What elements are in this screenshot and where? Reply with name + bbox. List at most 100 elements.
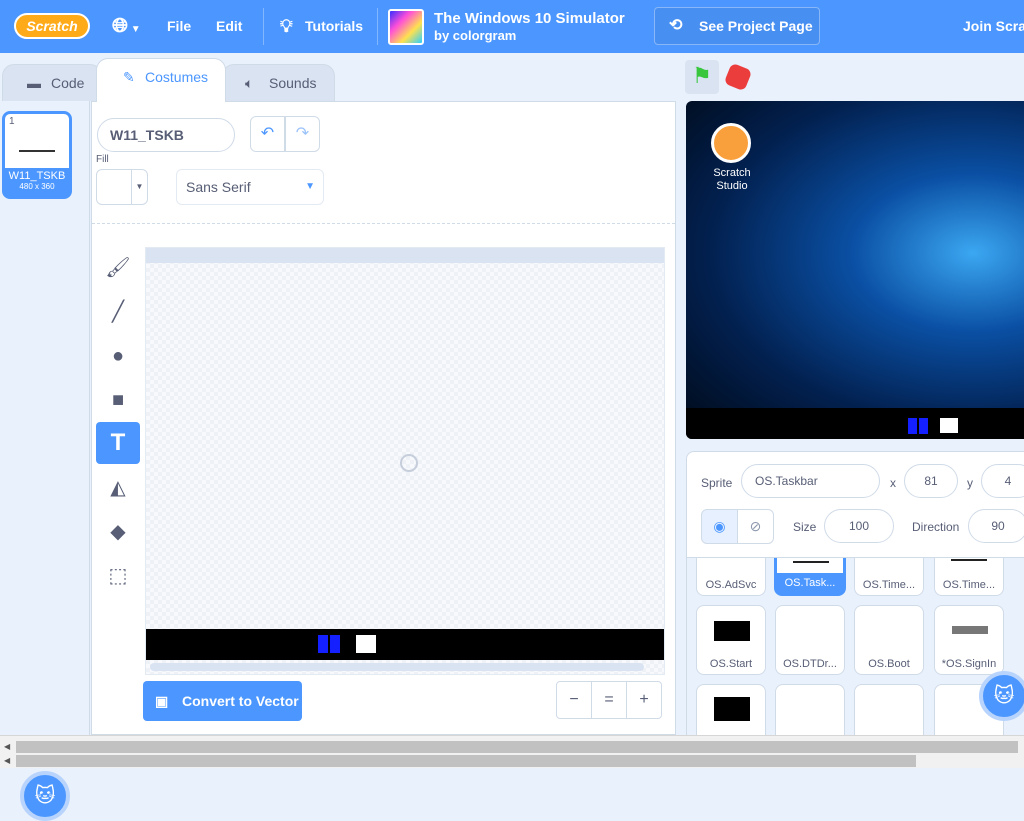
scratch-cat-icon[interactable]: [711, 123, 751, 163]
size-label: Size: [793, 520, 817, 534]
x-input[interactable]: 81: [904, 464, 958, 498]
scroll-left-icon[interactable]: ◀: [4, 756, 10, 765]
paint-editor: W11_TSKB ↶ ↷ Fill ▼ Sans Serif ▼ 🖌︎ ╱ ● …: [91, 101, 676, 735]
canvas-top-bar: [146, 248, 664, 263]
join-scratch-link[interactable]: Join Scra: [963, 0, 1024, 53]
eraser-icon: ◆: [110, 521, 126, 543]
sprite-tile[interactable]: OS.Time...: [934, 558, 1004, 596]
browser-scrollbar[interactable]: ◀ ◀: [0, 735, 1024, 768]
fill-color-picker[interactable]: ▼: [96, 169, 148, 205]
sprite-tile[interactable]: [696, 684, 766, 735]
tutorials-menu[interactable]: Tutorials: [305, 0, 363, 53]
undo-icon: ↶: [260, 125, 275, 142]
edit-menu[interactable]: Edit: [216, 0, 242, 53]
line-tool[interactable]: ╱: [96, 291, 140, 333]
size-input[interactable]: 100: [824, 509, 894, 543]
sprite-tile-name: OS.Time...: [862, 579, 916, 591]
costume-list: 1 W11_TSKB 480 x 360 🐱︎: [0, 101, 90, 821]
project-author[interactable]: by colorgram: [434, 28, 516, 43]
sprite-tile[interactable]: OS.Time...: [854, 558, 924, 596]
hide-sprite-button[interactable]: ⊘: [737, 509, 774, 544]
font-dropdown[interactable]: Sans Serif ▼: [176, 169, 324, 205]
text-icon: T: [110, 429, 126, 456]
zoom-out-icon: −: [569, 691, 579, 708]
y-label: y: [967, 476, 973, 490]
speaker-icon: 🔈︎: [245, 75, 254, 91]
see-project-label: See Project Page: [699, 18, 813, 34]
see-project-page-button[interactable]: ⟲ See Project Page: [654, 7, 820, 45]
sprite-tile-name: OS.Start: [709, 658, 753, 670]
stage-header: ⚑: [680, 53, 1024, 101]
windows-logo-icon: [318, 635, 342, 653]
tab-sounds[interactable]: 🔈︎ Sounds: [222, 64, 335, 101]
y-input[interactable]: 4: [981, 464, 1024, 498]
sprite-tile[interactable]: OS.Start: [696, 605, 766, 675]
sprite-tile[interactable]: OS.DTDr...: [775, 605, 845, 675]
sprite-tile[interactable]: [775, 684, 845, 735]
tab-sounds-label: Sounds: [269, 75, 317, 91]
stop-button[interactable]: [723, 62, 753, 92]
convert-to-vector-button[interactable]: ▣ Convert to Vector: [143, 681, 302, 721]
tab-code[interactable]: ▬ Code: [2, 64, 102, 101]
text-tool[interactable]: T: [96, 422, 140, 464]
costume-name-input[interactable]: W11_TSKB: [97, 118, 235, 152]
green-flag-button[interactable]: ⚑: [685, 60, 719, 94]
tab-costumes[interactable]: ✎ Costumes: [96, 58, 226, 102]
sprite-tile[interactable]: OS.AdSvc: [696, 558, 766, 596]
menu-bar: Scratch 🌐︎ ▼ File Edit 💡︎ Tutorials The …: [0, 0, 1024, 53]
x-label: x: [890, 476, 896, 490]
sprite-tile-name: OS.AdSvc: [705, 579, 757, 591]
undo-button[interactable]: ↶: [250, 116, 285, 152]
show-sprite-button[interactable]: ◉: [701, 509, 738, 544]
zoom-reset-button[interactable]: =: [591, 681, 627, 719]
direction-input[interactable]: 90: [968, 509, 1024, 543]
rectangle-tool[interactable]: ■: [96, 379, 140, 421]
add-sprite-button[interactable]: 🐱︎: [979, 671, 1024, 721]
sprite-list: OS.AdSvc OS.Task... OS.Time... OS.Time..…: [686, 558, 1024, 735]
zoom-out-button[interactable]: −: [556, 681, 592, 719]
line-icon: ╱: [111, 301, 125, 323]
circle-tool[interactable]: ●: [96, 335, 140, 377]
fill-tool[interactable]: ◭: [96, 467, 140, 509]
select-icon: ⬚: [108, 565, 128, 587]
menu-divider: [377, 8, 378, 45]
costume-item[interactable]: 1 W11_TSKB 480 x 360: [2, 111, 72, 199]
stage-taskbar: [686, 408, 1024, 439]
scratch-logo[interactable]: Scratch: [14, 13, 90, 39]
canvas-scrollbar[interactable]: [150, 663, 644, 671]
lightbulb-icon[interactable]: 💡︎: [280, 0, 293, 53]
stage[interactable]: Scratch Studio: [686, 101, 1024, 439]
costume-size: 480 x 360: [19, 182, 55, 191]
sprite-info-panel: Sprite OS.Taskbar x 81 y 4 ◉ ⊘ Size 100 …: [686, 451, 1024, 558]
file-menu[interactable]: File: [167, 0, 191, 53]
sprite-tile[interactable]: [854, 684, 924, 735]
costume-name: W11_TSKB: [8, 170, 66, 182]
sprite-name-input[interactable]: OS.Taskbar: [741, 464, 880, 498]
eraser-tool[interactable]: ◆: [96, 511, 140, 553]
sprite-tile-selected[interactable]: OS.Task...: [774, 558, 846, 596]
add-costume-button[interactable]: 🐱︎: [20, 771, 70, 821]
select-tool[interactable]: ⬚: [96, 555, 140, 597]
sprite-tile[interactable]: OS.Boot: [854, 605, 924, 675]
brush-icon: ✎: [123, 69, 135, 85]
image-icon: ▣: [155, 693, 169, 709]
paint-canvas[interactable]: [145, 247, 665, 675]
white-rectangle: [356, 635, 376, 653]
scrollbar-thumb[interactable]: [16, 741, 1018, 753]
code-icon: ▬: [27, 75, 41, 91]
font-value: Sans Serif: [186, 179, 251, 195]
redo-button[interactable]: ↷: [285, 116, 320, 152]
brush-tool[interactable]: 🖌︎: [96, 247, 140, 289]
eye-icon: ◉: [713, 518, 726, 534]
costume-number: 1: [9, 116, 15, 127]
scroll-left-icon[interactable]: ◀: [4, 742, 10, 751]
rectangle-icon: ■: [111, 389, 125, 411]
sprite-thumbnail: [952, 626, 988, 634]
sprite-tile-name: OS.Task...: [777, 573, 843, 593]
scrollbar-thumb[interactable]: [16, 755, 916, 767]
zoom-in-button[interactable]: +: [626, 681, 662, 719]
sprite-thumbnail: [714, 621, 750, 641]
globe-icon[interactable]: 🌐︎ ▼: [112, 0, 141, 53]
sprite-tile[interactable]: *OS.SignIn: [934, 605, 1004, 675]
desktop-icon-label: Scratch Studio: [713, 167, 751, 192]
